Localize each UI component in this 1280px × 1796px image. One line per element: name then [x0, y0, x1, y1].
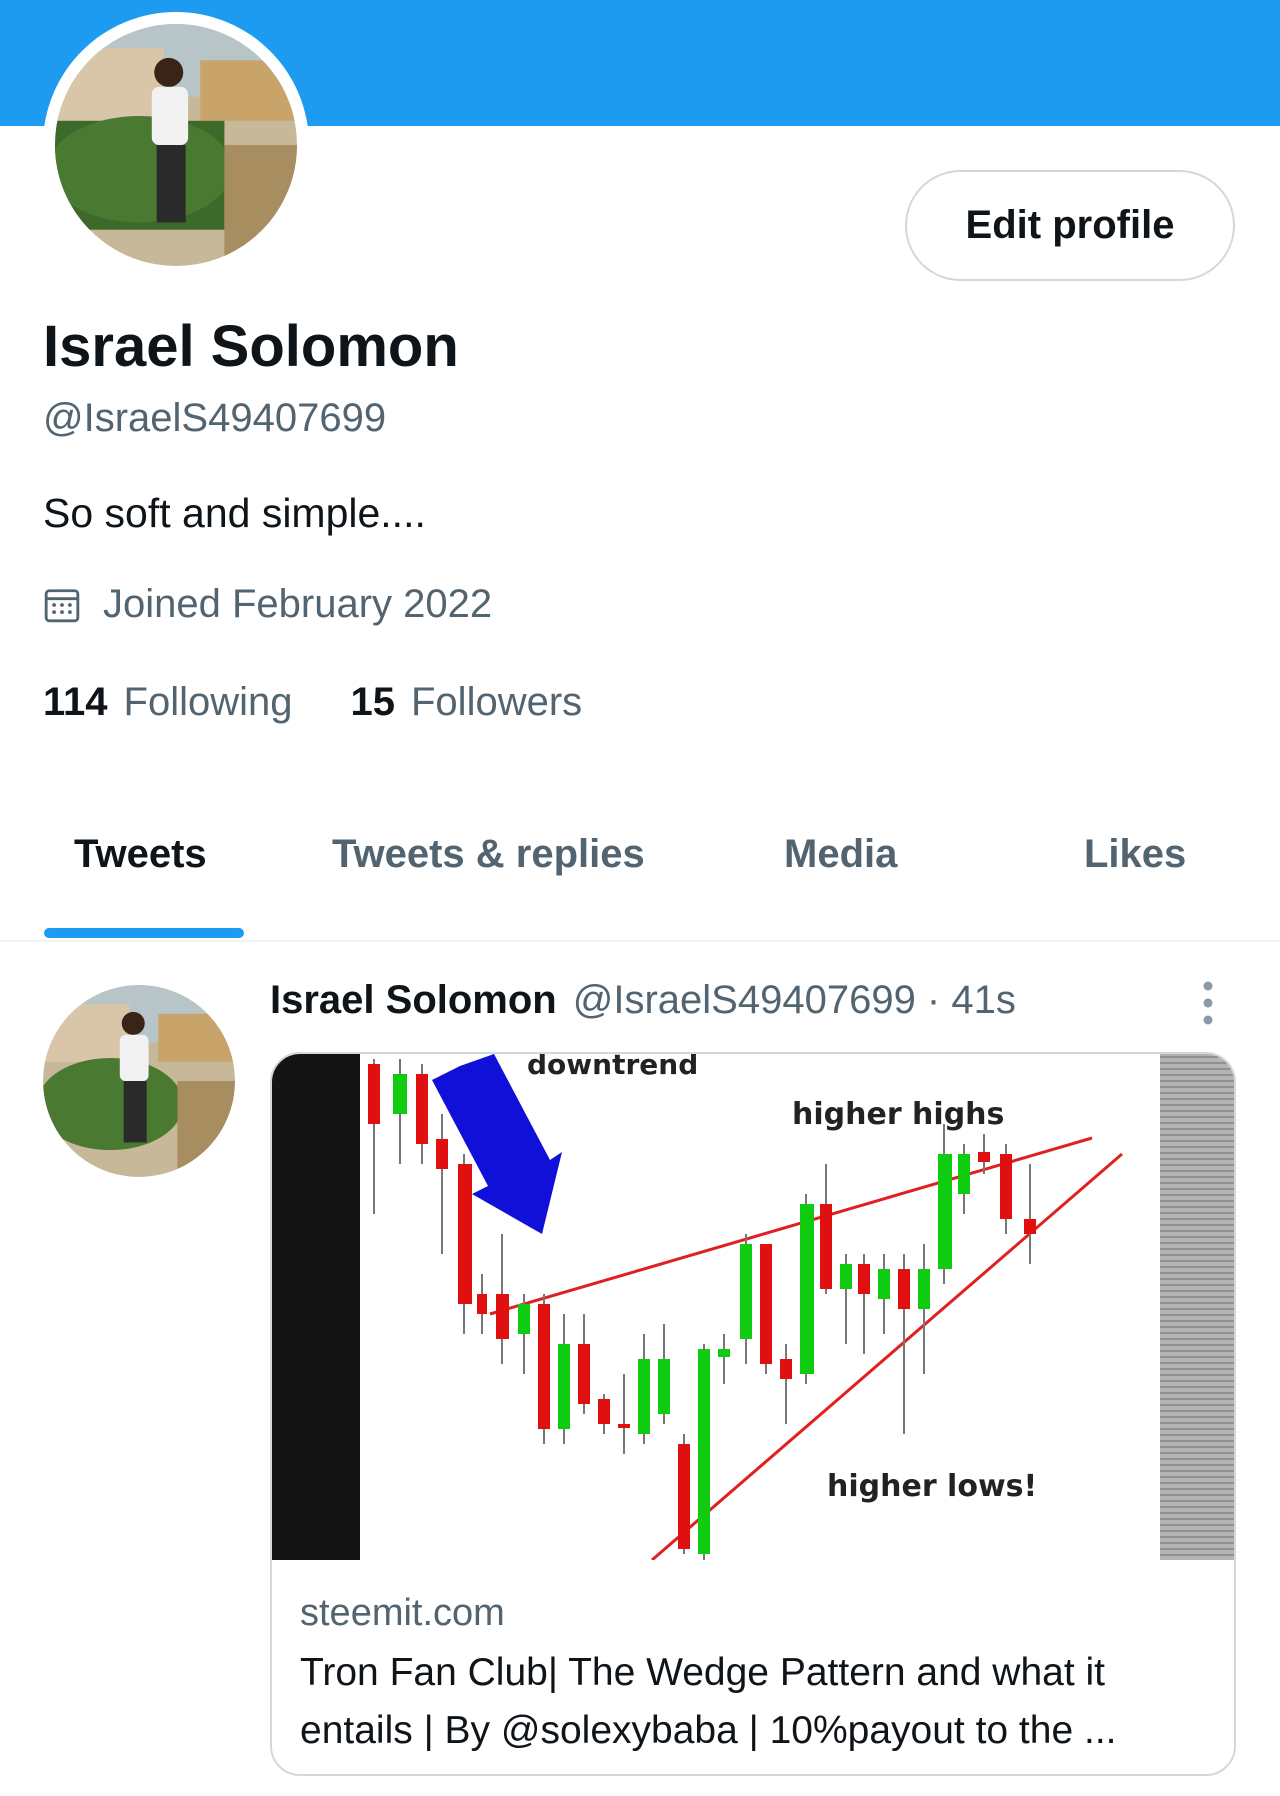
profile-handle: @IsraelS49407699: [43, 396, 387, 440]
label-higher-highs: higher highs: [792, 1097, 1004, 1132]
tab-media[interactable]: Media: [784, 832, 897, 877]
tab-likes[interactable]: Likes: [1084, 832, 1186, 877]
profile-tabs: Tweets Tweets & replies Media Likes: [0, 800, 1280, 942]
profile-avatar[interactable]: [43, 12, 309, 278]
followers-count: 15: [350, 680, 396, 724]
followers-label: Followers: [411, 680, 583, 724]
following-link[interactable]: 114 Following: [43, 680, 293, 725]
label-higher-lows: higher lows!: [827, 1469, 1037, 1504]
card-domain: steemit.com: [300, 1592, 505, 1634]
card-title: Tron Fan Club| The Wedge Pattern and wha…: [300, 1651, 1117, 1752]
active-tab-indicator: [44, 928, 244, 938]
edit-profile-button[interactable]: Edit profile: [905, 170, 1235, 281]
link-preview-card[interactable]: downtrend higher highs higher lows! stee…: [270, 1052, 1236, 1776]
tab-tweets-replies[interactable]: Tweets & replies: [332, 832, 645, 877]
follow-stats: 114 Following 15 Followers: [43, 680, 640, 725]
image-left-edge: [272, 1054, 360, 1560]
card-image: downtrend higher highs higher lows!: [272, 1054, 1234, 1560]
profile-bio: So soft and simple....: [43, 490, 426, 536]
tab-tweets[interactable]: Tweets: [74, 832, 207, 877]
tweet-author-meta[interactable]: @IsraelS49407699 · 41s: [573, 978, 1016, 1023]
tweet-avatar[interactable]: [43, 985, 235, 1177]
joined-label: Joined February 2022: [103, 582, 493, 626]
following-label: Following: [123, 680, 293, 724]
more-options-icon[interactable]: [1198, 978, 1218, 1028]
profile-name: Israel Solomon: [43, 314, 459, 379]
label-downtrend: downtrend: [527, 1054, 698, 1081]
tweet-author-name[interactable]: Israel Solomon: [270, 978, 557, 1023]
following-count: 114: [43, 680, 108, 724]
tweet-header: Israel Solomon @IsraelS49407699 · 41s: [270, 978, 1016, 1023]
calendar-icon: [44, 588, 80, 622]
followers-link[interactable]: 15 Followers: [351, 680, 583, 725]
joined-date: Joined February 2022: [43, 582, 492, 627]
